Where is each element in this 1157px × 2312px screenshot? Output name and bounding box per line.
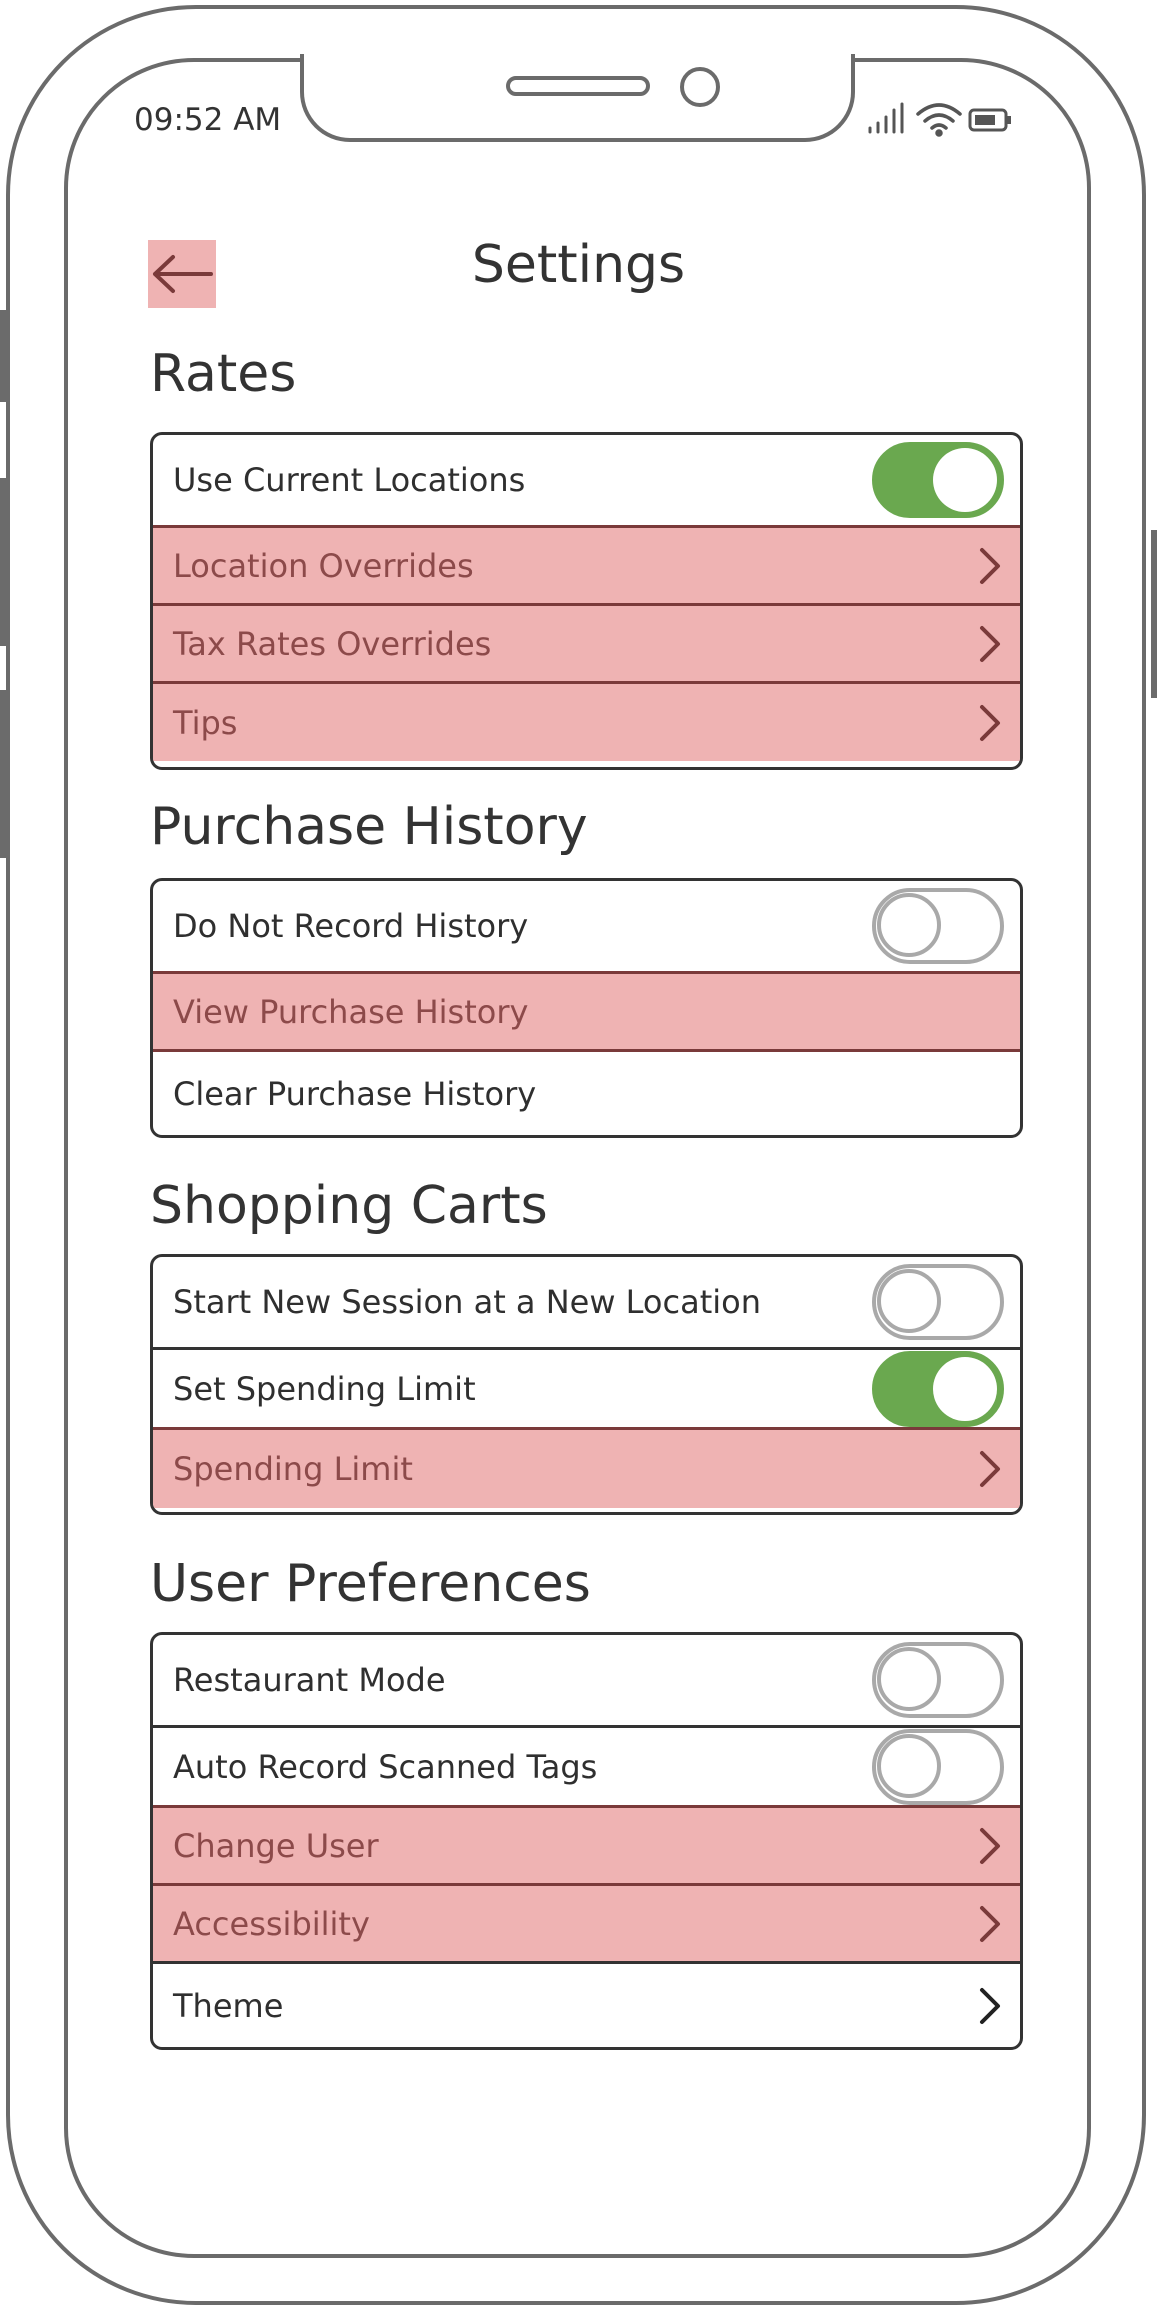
setting-row-theme[interactable]: Theme <box>153 1964 1020 2047</box>
side-button <box>0 310 6 402</box>
toggle-knob <box>877 893 941 957</box>
chevron-right-icon <box>980 1827 1000 1864</box>
setting-row-tips[interactable]: Tips <box>153 684 1020 761</box>
use-current-locations-toggle[interactable] <box>872 442 1004 518</box>
set-spending-limit-toggle[interactable] <box>872 1350 1004 1427</box>
setting-label: Restaurant Mode <box>173 1661 446 1699</box>
chevron-right-icon <box>980 547 1000 584</box>
setting-label: Spending Limit <box>173 1450 413 1488</box>
setting-label: Use Current Locations <box>173 461 526 499</box>
section-title-shopping-carts: Shopping Carts <box>150 1176 548 1236</box>
chevron-right-icon <box>980 625 1000 662</box>
setting-label: View Purchase History <box>173 992 529 1031</box>
signal-icon <box>868 102 904 134</box>
setting-label: Change User <box>173 1826 379 1865</box>
setting-row-spending-limit[interactable]: Spending Limit <box>153 1430 1020 1508</box>
page-title: Settings <box>471 235 686 295</box>
setting-row-accessibility[interactable]: Accessibility <box>153 1886 1020 1964</box>
setting-label: Accessibility <box>173 1904 370 1943</box>
setting-label: Do Not Record History <box>173 907 529 945</box>
side-button <box>0 478 6 646</box>
chevron-right-icon <box>980 1905 1000 1942</box>
auto-record-scanned-tags-toggle[interactable] <box>872 1728 1004 1805</box>
setting-row-change-user[interactable]: Change User <box>153 1808 1020 1886</box>
camera-icon <box>680 67 720 107</box>
status-time: 09:52 AM <box>134 102 282 138</box>
setting-label: Auto Record Scanned Tags <box>173 1747 598 1786</box>
setting-row-auto-record-scanned-tags: Auto Record Scanned Tags <box>153 1728 1020 1808</box>
setting-row-restaurant-mode: Restaurant Mode <box>153 1635 1020 1728</box>
toggle-knob <box>877 1647 941 1711</box>
setting-label: Clear Purchase History <box>173 1074 537 1113</box>
setting-row-start-new-session: Start New Session at a New Location <box>153 1257 1020 1350</box>
status-icons <box>868 102 1011 137</box>
toggle-knob <box>877 1269 941 1333</box>
setting-row-tax-rates-overrides[interactable]: Tax Rates Overrides <box>153 606 1020 684</box>
section-title-rates: Rates <box>150 344 297 404</box>
setting-row-clear-purchase-history[interactable]: Clear Purchase History <box>153 1052 1020 1135</box>
setting-row-set-spending-limit: Set Spending Limit <box>153 1350 1020 1430</box>
setting-label: Theme <box>173 1986 284 2025</box>
side-button <box>0 690 6 858</box>
settings-group-purchase-history: Do Not Record History View Purchase Hist… <box>150 878 1023 1138</box>
battery-icon <box>968 108 1011 132</box>
settings-group-shopping-carts: Start New Session at a New Location Set … <box>150 1254 1023 1515</box>
section-title-purchase-history: Purchase History <box>150 797 588 857</box>
speaker-grille <box>506 76 650 96</box>
chevron-right-icon <box>980 1987 1000 2024</box>
toggle-knob <box>877 1733 941 1798</box>
settings-group-user-preferences: Restaurant Mode Auto Record Scanned Tags… <box>150 1632 1023 2050</box>
setting-label: Location Overrides <box>173 546 474 585</box>
setting-label: Tax Rates Overrides <box>173 624 492 663</box>
chevron-right-icon <box>980 1451 1000 1487</box>
toggle-knob <box>933 1356 997 1421</box>
chevron-right-icon <box>980 704 1000 741</box>
setting-row-location-overrides[interactable]: Location Overrides <box>153 528 1020 606</box>
wifi-icon <box>916 103 962 137</box>
toggle-knob <box>933 448 997 512</box>
side-button <box>1151 530 1157 698</box>
setting-row-do-not-record-history: Do Not Record History <box>153 881 1020 974</box>
setting-label: Tips <box>173 703 238 742</box>
notch <box>300 54 855 142</box>
settings-group-rates: Use Current Locations Location Overrides… <box>150 432 1023 770</box>
setting-row-view-purchase-history[interactable]: View Purchase History <box>153 974 1020 1052</box>
do-not-record-history-toggle[interactable] <box>872 888 1004 964</box>
setting-row-use-current-locations: Use Current Locations <box>153 435 1020 528</box>
restaurant-mode-toggle[interactable] <box>872 1642 1004 1718</box>
section-title-user-preferences: User Preferences <box>150 1554 591 1614</box>
setting-label: Set Spending Limit <box>173 1369 476 1408</box>
setting-label: Start New Session at a New Location <box>173 1283 761 1321</box>
start-new-session-toggle[interactable] <box>872 1264 1004 1340</box>
